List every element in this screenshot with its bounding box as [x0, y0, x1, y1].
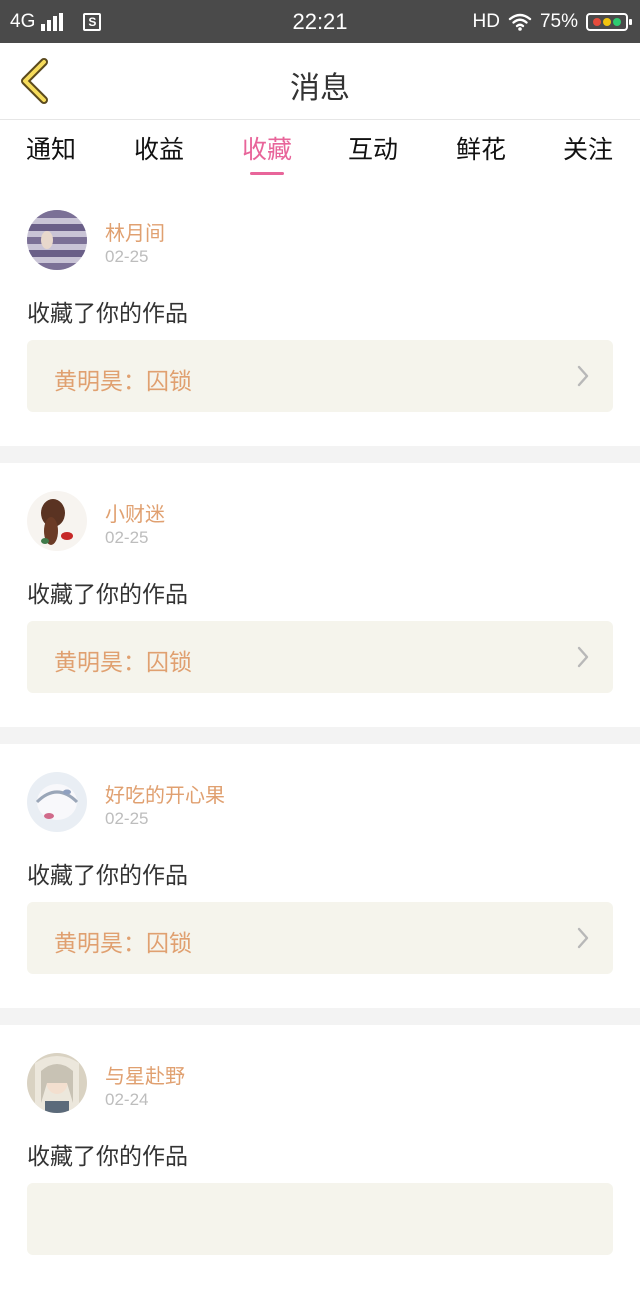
message-date: 02-24 — [105, 1090, 149, 1109]
tab-favorites[interactable]: 收藏 — [222, 130, 312, 166]
chevron-right-icon — [577, 365, 589, 387]
avatar[interactable] — [27, 210, 87, 270]
tab-bar: 通知 收益 收藏 互动 鲜花 关注 — [0, 120, 640, 180]
avatar-image — [27, 772, 87, 832]
message-card: 好吃的开心果 02-25 收藏了你的作品 黄明昊：囚锁 — [0, 744, 640, 1008]
avatar-image — [27, 491, 87, 551]
card-separator — [0, 1008, 640, 1025]
status-bar: 4G S 22:21 HD 75% — [0, 0, 640, 43]
battery-percent: 75% — [539, 11, 578, 32]
work-title: 黄明昊：囚锁 — [54, 931, 192, 957]
battery-icon — [586, 13, 632, 31]
chevron-right-icon — [577, 927, 589, 949]
message-text: 收藏了你的作品 — [27, 582, 188, 608]
avatar[interactable] — [27, 1053, 87, 1113]
user-name[interactable]: 好吃的开心果 — [105, 779, 225, 808]
tab-earnings[interactable]: 收益 — [114, 130, 204, 166]
message-list: 林月间 02-25 收藏了你的作品 黄明昊：囚锁 小财迷 02-25 收藏了你的… — [0, 182, 640, 1289]
card-separator — [0, 727, 640, 744]
work-link[interactable]: 黄明昊：囚锁 — [27, 902, 613, 974]
avatar[interactable] — [27, 491, 87, 551]
message-text: 收藏了你的作品 — [27, 301, 188, 327]
tab-interactions[interactable]: 互动 — [328, 130, 418, 166]
card-separator — [0, 446, 640, 463]
wifi-icon — [508, 13, 532, 31]
message-card: 林月间 02-25 收藏了你的作品 黄明昊：囚锁 — [0, 182, 640, 446]
work-link[interactable] — [27, 1183, 613, 1255]
app-header: 消息 — [0, 43, 640, 120]
message-card: 与星赴野 02-24 收藏了你的作品 — [0, 1025, 640, 1289]
work-title: 黄明昊：囚锁 — [54, 650, 192, 676]
work-link[interactable]: 黄明昊：囚锁 — [27, 621, 613, 693]
avatar[interactable] — [27, 772, 87, 832]
avatar-image — [27, 1053, 87, 1113]
message-date: 02-25 — [105, 809, 149, 828]
user-name[interactable]: 林月间 — [105, 217, 165, 246]
message-date: 02-25 — [105, 528, 149, 547]
hd-indicator: HD — [472, 11, 500, 32]
chevron-right-icon — [577, 646, 589, 668]
avatar-image — [27, 210, 87, 270]
tab-notifications[interactable]: 通知 — [6, 130, 96, 166]
active-tab-indicator — [250, 172, 284, 175]
back-arrow-icon — [21, 58, 48, 104]
work-title: 黄明昊：囚锁 — [54, 369, 192, 395]
tab-flowers[interactable]: 鲜花 — [436, 130, 526, 166]
user-name[interactable]: 与星赴野 — [105, 1060, 185, 1089]
page-title: 消息 — [290, 71, 350, 106]
message-card: 小财迷 02-25 收藏了你的作品 黄明昊：囚锁 — [0, 463, 640, 727]
message-text: 收藏了你的作品 — [27, 1144, 188, 1170]
user-name[interactable]: 小财迷 — [105, 498, 165, 527]
back-button[interactable] — [14, 57, 54, 105]
message-text: 收藏了你的作品 — [27, 863, 188, 889]
work-link[interactable]: 黄明昊：囚锁 — [27, 340, 613, 412]
message-date: 02-25 — [105, 247, 149, 266]
tab-following[interactable]: 关注 — [543, 130, 633, 166]
status-right: HD 75% — [472, 9, 632, 35]
